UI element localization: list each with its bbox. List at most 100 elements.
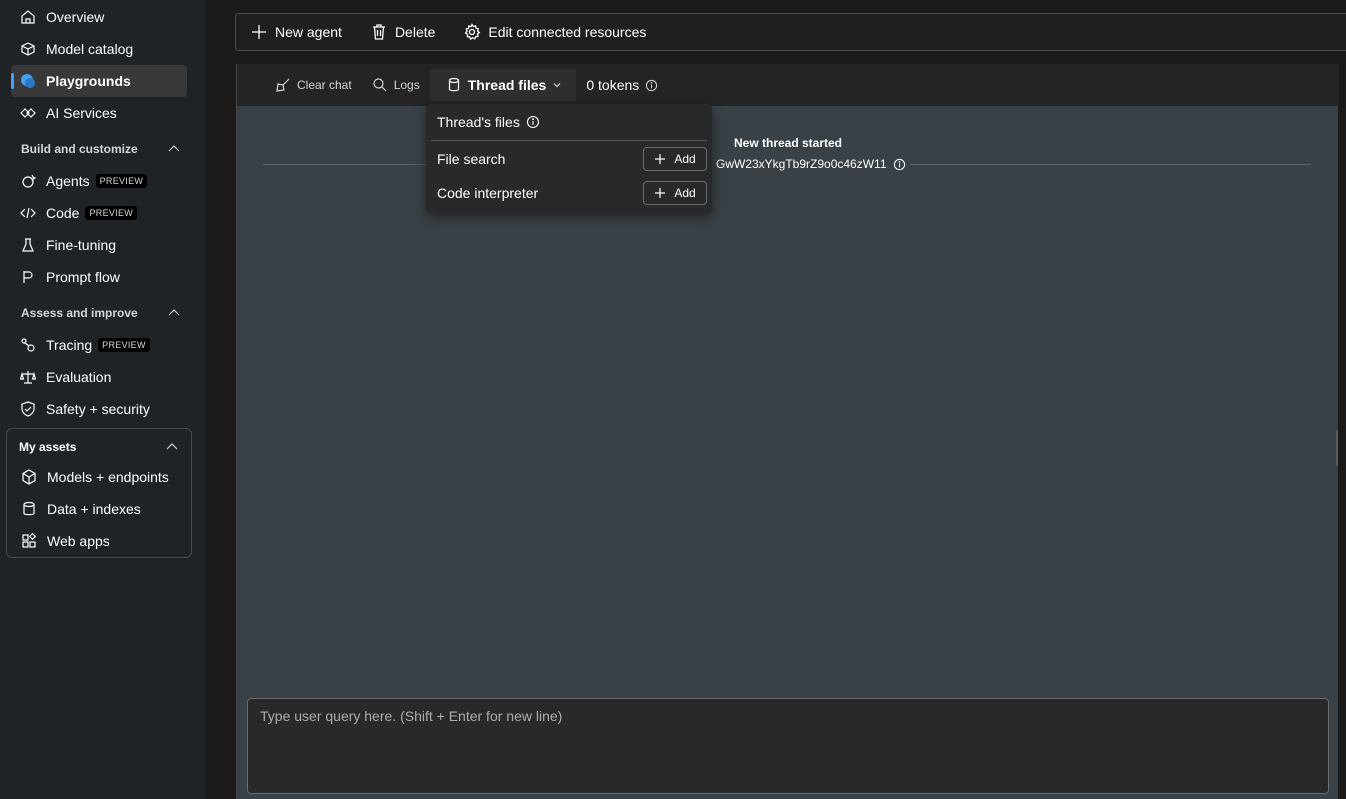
shield-icon (19, 400, 37, 418)
popover-title: Thread's files (437, 114, 540, 130)
sidebar-item-data-indexes[interactable]: Data + indexes (12, 493, 186, 525)
chat-icon (19, 72, 37, 90)
preview-badge: PREVIEW (98, 338, 150, 352)
file-search-row: File search Add (437, 147, 707, 171)
chevron-down-icon (553, 83, 561, 88)
logs-button[interactable]: Logs (372, 77, 420, 93)
token-count: 0 (586, 77, 595, 93)
search-icon (373, 78, 387, 92)
sidebar-item-code[interactable]: Code PREVIEW (11, 197, 187, 229)
model-icon (20, 468, 38, 486)
thread-id: GwW23xYkgTb9rZ9o0c46zW11 (712, 157, 910, 171)
beaker-icon (19, 236, 37, 254)
button-label: Delete (394, 24, 436, 40)
button-label: Clear chat (297, 78, 352, 92)
sidebar-item-label: Overview (46, 9, 105, 25)
scale-icon (19, 368, 37, 386)
button-label: Thread files (467, 77, 547, 93)
sidebar-item-overview[interactable]: Overview (11, 1, 187, 33)
popover-title-text: Thread's files (437, 114, 520, 130)
button-label: New agent (275, 24, 342, 40)
button-label: Add (674, 152, 696, 166)
thread-header: New thread started GwW23xYkgTb9rZ9o0c46z… (237, 136, 1339, 171)
code-interpreter-row: Code interpreter Add (437, 181, 707, 205)
thread-files-popover: Thread's files File search Add Code inte… (426, 104, 712, 213)
database-icon (448, 77, 459, 92)
agent-toolbar: New agent Delete Edit connected resource… (235, 13, 1346, 51)
gear-icon (465, 23, 481, 40)
sidebar-item-label: Fine-tuning (46, 237, 117, 253)
plus-icon (252, 25, 266, 39)
info-icon[interactable] (645, 79, 658, 92)
thread-files-dropdown[interactable]: Thread files (429, 69, 577, 101)
button-label: Add (674, 186, 696, 200)
cube-icon (19, 40, 37, 58)
sidebar-item-playgrounds[interactable]: Playgrounds (11, 65, 187, 97)
resize-handle[interactable] (1336, 430, 1338, 466)
info-icon[interactable] (526, 115, 540, 129)
sidebar-item-tracing[interactable]: Tracing PREVIEW (11, 329, 187, 361)
token-label: tokens (598, 77, 640, 93)
broom-icon (276, 78, 290, 92)
thread-id-text: GwW23xYkgTb9rZ9o0c46zW11 (716, 157, 887, 171)
info-icon[interactable] (893, 158, 906, 171)
section-title: Build and customize (21, 142, 138, 156)
sidebar-item-label: Evaluation (46, 369, 112, 385)
clear-chat-button[interactable]: Clear chat (275, 77, 352, 93)
sidebar-item-label: Tracing (46, 337, 93, 353)
sidebar-item-label: Code (46, 205, 80, 221)
chat-toolbar: Clear chat Logs Thread files 0 tokens (237, 64, 1339, 106)
sidebar-item-label: Prompt flow (46, 269, 120, 285)
code-icon (19, 204, 37, 222)
sidebar-item-models-endpoints[interactable]: Models + endpoints (12, 461, 186, 493)
sidebar-item-label: Model catalog (46, 41, 134, 57)
chat-pane: Clear chat Logs Thread files 0 tokens Ne… (236, 64, 1339, 799)
token-counter: 0 tokens (586, 77, 658, 93)
database-icon (20, 500, 38, 518)
section-header-build[interactable]: Build and customize (21, 139, 181, 159)
sidebar-item-agents[interactable]: Agents PREVIEW (11, 165, 187, 197)
sidebar-item-model-catalog[interactable]: Model catalog (11, 33, 187, 65)
edit-connected-resources-button[interactable]: Edit connected resources (463, 23, 646, 41)
home-icon (19, 8, 37, 26)
preview-badge: PREVIEW (95, 174, 148, 188)
button-label: Logs (393, 78, 420, 92)
thread-title: New thread started (733, 136, 843, 150)
sidebar-item-ai-services[interactable]: AI Services (11, 97, 187, 129)
sidebar-item-evaluation[interactable]: Evaluation (11, 361, 187, 393)
sidebar-item-label: Safety + security (46, 401, 150, 417)
sidebar-item-fine-tuning[interactable]: Fine-tuning (11, 229, 187, 261)
file-search-add-button[interactable]: Add (643, 147, 707, 171)
sidebar-item-web-apps[interactable]: Web apps (12, 525, 186, 557)
trash-icon (372, 24, 385, 40)
agent-icon (19, 172, 37, 190)
divider (431, 140, 707, 141)
new-agent-button[interactable]: New agent (250, 23, 342, 41)
flow-icon (19, 268, 37, 286)
chevron-up-icon (166, 443, 178, 450)
sidebar-item-label: Playgrounds (46, 73, 131, 89)
section-title: Assess and improve (21, 306, 138, 320)
tracing-icon (19, 336, 37, 354)
button-label: Edit connected resources (488, 24, 647, 40)
sidebar-item-prompt-flow[interactable]: Prompt flow (11, 261, 187, 293)
section-title: My assets (19, 440, 77, 454)
main-content: New agent Delete Edit connected resource… (206, 0, 1346, 799)
user-query-input[interactable]: Type user query here. (Shift + Enter for… (247, 698, 1329, 794)
sidebar-item-label: Models + endpoints (47, 469, 169, 485)
sidebar-item-label: Data + indexes (47, 501, 141, 517)
apps-icon (20, 532, 38, 550)
plus-icon (655, 154, 666, 164)
delete-button[interactable]: Delete (370, 23, 435, 41)
section-header-assets[interactable]: My assets (19, 437, 179, 457)
sidebar-item-safety-security[interactable]: Safety + security (11, 393, 187, 425)
sidebar-item-label: Web apps (47, 533, 110, 549)
sidebar-item-label: AI Services (46, 105, 117, 121)
code-interpreter-add-button[interactable]: Add (643, 181, 707, 205)
services-icon (19, 104, 37, 122)
section-header-assess[interactable]: Assess and improve (21, 303, 181, 323)
sidebar-item-label: Agents (46, 173, 90, 189)
sidebar: Overview Model catalog Playgrounds AI Se… (0, 0, 206, 799)
chevron-up-icon (168, 309, 180, 316)
plus-icon (655, 188, 666, 198)
